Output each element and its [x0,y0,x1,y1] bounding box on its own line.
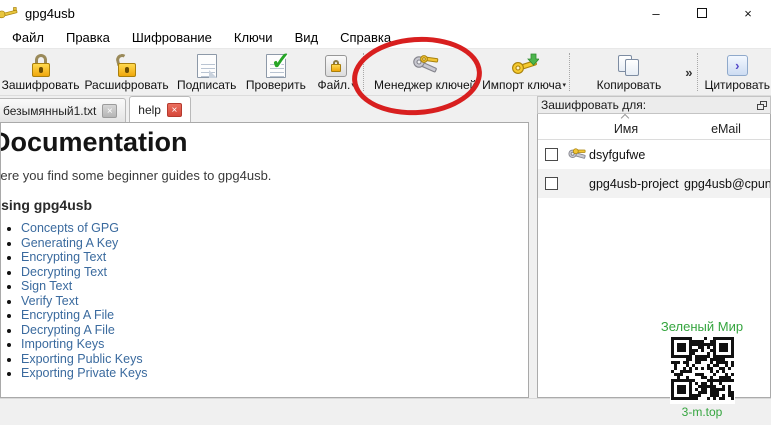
list-item: Decrypting Text [21,265,528,280]
column-header-email[interactable]: eMail [682,122,770,136]
column-header-name[interactable]: Имя [570,122,682,136]
help-document-view: Documentation Here you find some beginne… [0,122,529,398]
doc-link[interactable]: Exporting Private Keys [21,366,147,380]
key-import-icon [509,53,539,79]
status-bar [0,398,771,425]
close-button[interactable]: × [725,0,771,26]
list-item: Exporting Public Keys [21,352,528,367]
key-email: gpg4usb@cpunk [684,177,770,191]
doc-intro: Here you find some beginner guides to gp… [0,168,528,183]
toolbar-separator [697,53,703,91]
menu-keys[interactable]: Ключи [223,28,284,47]
key-row[interactable]: dsyfgufwe [538,140,770,169]
tab-untitled[interactable]: безымянный1.txt × [0,98,126,122]
verify-button[interactable]: ✓ Проверить [241,49,310,95]
encrypt-button[interactable]: Зашифровать [0,49,81,95]
doc-title: Documentation [0,127,528,158]
quote-icon: › [727,55,748,76]
doc-link-list: Concepts of GPG Generating A Key Encrypt… [0,221,528,381]
quote-button[interactable]: › Цитировать [703,49,771,95]
list-item: Decrypting A File [21,323,528,338]
list-item: Verify Text [21,294,528,309]
toolbar: Зашифровать Расшифровать Подписать ✓ Про… [0,49,771,96]
maximize-icon [697,8,707,18]
menu-bar: Файл Правка Шифрование Ключи Вид Справка [0,26,771,49]
title-bar: gpg4usb – × [0,0,771,26]
menu-encryption[interactable]: Шифрование [121,28,223,47]
dropdown-arrow-icon: ▾ [351,82,355,89]
list-item: Importing Keys [21,337,528,352]
doc-link[interactable]: Decrypting A File [21,323,115,337]
keys-icon [567,148,587,162]
toolbar-overflow-chevron[interactable]: » [682,49,695,95]
panel-title: Зашифровать для: [541,98,646,112]
menu-help[interactable]: Справка [329,28,402,47]
pane-splitter[interactable] [529,96,537,398]
tab-help[interactable]: help × [129,96,191,122]
import-key-button[interactable]: Импорт ключа▾ [481,49,568,95]
list-item: Encrypting Text [21,250,528,265]
toolbar-separator [363,53,369,91]
keys-icon [409,53,441,79]
tab-bar: безымянный1.txt × help × [0,96,529,122]
editor-pane: безымянный1.txt × help × Documentation H… [0,96,529,398]
key-name: dsyfgufwe [589,148,684,162]
tab-close-icon[interactable]: × [167,103,182,117]
window-title: gpg4usb [25,6,75,21]
key-checkbox[interactable] [545,148,558,161]
document-sign-icon [197,54,217,78]
list-item: Generating A Key [21,236,528,251]
file-lock-icon [325,55,347,77]
list-item: Concepts of GPG [21,221,528,236]
key-list: Имя eMail [537,114,771,398]
doc-link[interactable]: Exporting Public Keys [21,352,143,366]
lock-open-icon [114,53,140,79]
list-item: Encrypting A File [21,308,528,323]
app-key-icon [0,5,19,21]
menu-view[interactable]: Вид [284,28,330,47]
key-manager-button[interactable]: Менеджер ключей [370,49,481,95]
key-list-header: Имя eMail [538,114,770,140]
lock-closed-icon [28,53,54,79]
document-verify-icon: ✓ [266,54,286,78]
list-item: Sign Text [21,279,528,294]
doc-section-heading: Using gpg4usb [0,197,528,213]
copy-button[interactable]: Копировать [576,49,683,95]
doc-link[interactable]: Concepts of GPG [21,221,119,235]
doc-link[interactable]: Decrypting Text [21,265,107,279]
copy-icon [617,54,641,78]
main-area: безымянный1.txt × help × Documentation H… [0,96,771,398]
panel-header: Зашифровать для: [537,96,771,114]
encrypt-for-panel: Зашифровать для: Имя eMail [537,96,771,398]
toolbar-separator [569,53,575,91]
doc-link[interactable]: Sign Text [21,279,72,293]
doc-link[interactable]: Importing Keys [21,337,104,351]
doc-link[interactable]: Encrypting Text [21,250,106,264]
float-panel-icon[interactable] [757,101,767,110]
doc-link[interactable]: Generating A Key [21,236,118,250]
doc-link[interactable]: Verify Text [21,294,78,308]
dropdown-arrow-icon: ▾ [562,82,566,89]
tab-close-icon[interactable]: × [102,104,117,118]
file-operations-button[interactable]: Файл.▾ [310,49,361,95]
decrypt-button[interactable]: Расшифровать [81,49,172,95]
menu-edit[interactable]: Правка [55,28,121,47]
doc-link[interactable]: Encrypting A File [21,308,114,322]
minimize-button[interactable]: – [633,0,679,26]
key-row[interactable]: gpg4usb-project gpg4usb@cpunk [538,169,770,198]
sort-ascending-icon [622,114,629,120]
list-item: Exporting Private Keys [21,366,528,381]
key-checkbox[interactable] [545,177,558,190]
menu-file[interactable]: Файл [1,28,55,47]
sign-button[interactable]: Подписать [172,49,241,95]
key-name: gpg4usb-project [589,177,684,191]
maximize-button[interactable] [679,0,725,26]
